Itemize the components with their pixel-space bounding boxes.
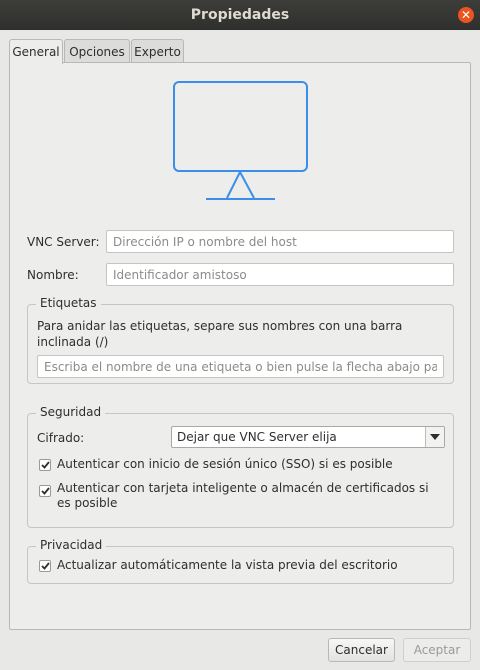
window-title: Propiedades <box>190 7 290 23</box>
vnc-server-input[interactable] <box>106 230 454 253</box>
close-icon: ✕ <box>460 8 472 22</box>
tab-experto[interactable]: Experto <box>131 39 184 63</box>
tab-opciones-label: Opciones <box>69 44 125 59</box>
cifrado-value: Dejar que VNC Server elija <box>177 430 337 444</box>
seguridad-group: Seguridad Cifrado: Dejar que VNC Server … <box>27 405 454 528</box>
preview-checkbox[interactable] <box>39 560 51 572</box>
nombre-input[interactable] <box>106 263 454 286</box>
accept-button[interactable]: Aceptar <box>403 638 471 662</box>
tab-general-label: General <box>12 45 60 59</box>
etiquetas-group: Etiquetas Para anidar las etiquetas, sep… <box>27 296 454 384</box>
tab-general[interactable]: General <box>9 39 63 64</box>
seguridad-title: Seguridad <box>36 405 106 419</box>
etiquetas-title: Etiquetas <box>36 296 101 310</box>
smartcard-checkbox[interactable] <box>39 485 51 497</box>
privacidad-title: Privacidad <box>36 538 107 552</box>
close-button[interactable]: ✕ <box>458 7 474 23</box>
title-bar[interactable]: Propiedades ✕ <box>0 0 480 30</box>
cifrado-label: Cifrado: <box>37 431 85 445</box>
sso-label[interactable]: Autenticar con inicio de sesión único (S… <box>57 457 393 472</box>
vnc-server-label: VNC Server: <box>27 235 100 249</box>
tab-opciones[interactable]: Opciones <box>64 39 130 63</box>
etiquetas-input[interactable] <box>37 355 444 378</box>
cancel-button[interactable]: Cancelar <box>328 638 395 662</box>
checkmark-icon <box>40 562 50 570</box>
cifrado-select[interactable]: Dejar que VNC Server elija <box>171 426 445 448</box>
chevron-down-icon <box>430 434 440 440</box>
smartcard-label[interactable]: Autenticar con tarjeta inteligente o alm… <box>57 481 442 511</box>
tab-experto-label: Experto <box>134 44 181 59</box>
checkmark-icon <box>40 461 50 469</box>
sso-checkbox[interactable] <box>39 459 51 471</box>
cancel-button-label: Cancelar <box>335 643 388 657</box>
accept-button-label: Aceptar <box>413 643 461 657</box>
general-panel: VNC Server: Nombre: Etiquetas Para anida… <box>9 62 471 630</box>
etiquetas-description: Para anidar las etiquetas, separe sus no… <box>37 319 403 349</box>
dropdown-arrow[interactable] <box>425 427 444 447</box>
preview-label[interactable]: Actualizar automáticamente la vista prev… <box>57 558 398 573</box>
checkmark-icon <box>40 487 50 495</box>
monitor-icon <box>173 81 308 200</box>
nombre-label: Nombre: <box>27 268 79 282</box>
privacidad-group: Privacidad Actualizar automáticamente la… <box>27 538 454 584</box>
